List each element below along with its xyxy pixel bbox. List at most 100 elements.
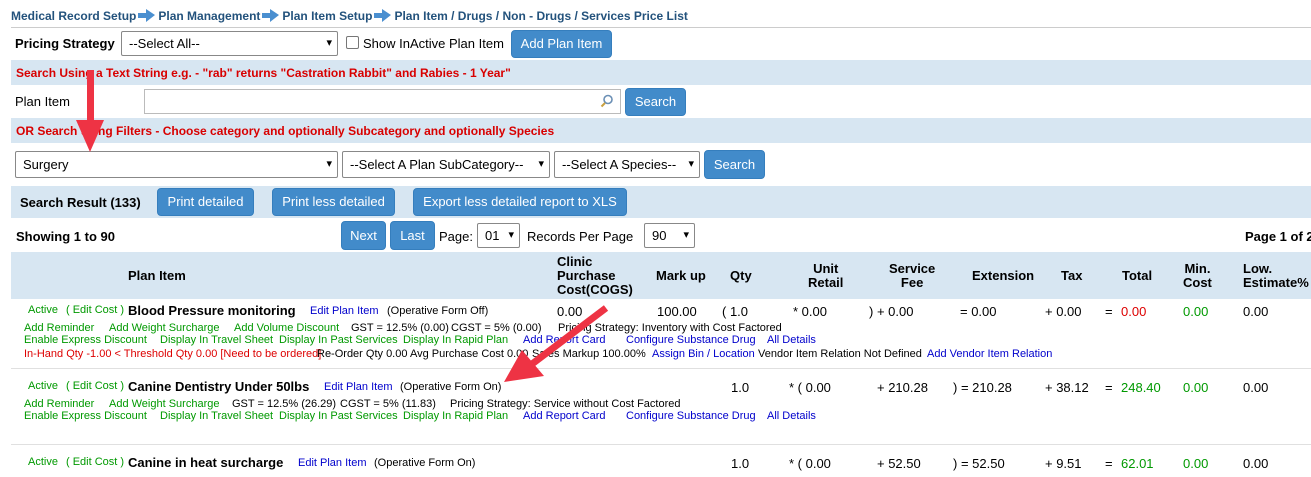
- add-reminder-link[interactable]: Add Reminder: [24, 398, 94, 410]
- search-result-count: Search Result (133): [20, 195, 141, 210]
- assign-bin-link[interactable]: Assign Bin / Location: [652, 348, 755, 360]
- page-label: Page:: [439, 229, 473, 244]
- breadcrumb: Medical Record Setup Plan Management Plan …: [11, 8, 688, 24]
- equals-sign: =: [1105, 304, 1113, 319]
- breadcrumb-medical-record-setup[interactable]: Medical Record Setup: [11, 9, 136, 23]
- tax-value: + 0.00: [1045, 304, 1082, 319]
- qty-value: ( 1.0: [722, 304, 749, 319]
- add-weight-surcharge-link[interactable]: Add Weight Surcharge: [109, 322, 219, 334]
- operative-form-status: (Operative Form Off): [387, 305, 489, 317]
- display-past-services-link[interactable]: Display In Past Services: [279, 410, 398, 422]
- all-details-link[interactable]: All Details: [767, 334, 816, 346]
- min-cost-value: 0.00: [1183, 304, 1209, 319]
- markup-value: 100.00: [657, 304, 697, 319]
- add-volume-discount-link[interactable]: Add Volume Discount: [234, 322, 339, 334]
- last-page-button[interactable]: Last: [390, 221, 435, 250]
- edit-plan-item-link[interactable]: Edit Plan Item: [324, 381, 392, 393]
- print-less-detailed-button[interactable]: Print less detailed: [272, 188, 395, 216]
- add-weight-surcharge-link[interactable]: Add Weight Surcharge: [109, 398, 219, 410]
- display-past-services-link[interactable]: Display In Past Services: [279, 334, 398, 346]
- status-active: Active: [28, 456, 58, 468]
- low-estimate-value: 0.00: [1243, 456, 1269, 471]
- gst-value: GST = 12.5% (0.00): [351, 322, 449, 334]
- display-rapid-plan-link[interactable]: Display In Rapid Plan: [403, 334, 508, 346]
- category-select[interactable]: Surgery: [15, 151, 338, 178]
- pricing-strategy-label: Pricing Strategy: [15, 36, 115, 51]
- tax-value: + 9.51: [1045, 456, 1082, 471]
- search-icon: [600, 94, 613, 108]
- extension-value: ) = 210.28: [953, 380, 1012, 395]
- divider: [11, 27, 1311, 28]
- configure-substance-drug-link[interactable]: Configure Substance Drug: [626, 410, 756, 422]
- display-travel-sheet-link[interactable]: Display In Travel Sheet: [160, 410, 273, 422]
- col-tax: Tax: [1061, 268, 1083, 283]
- operative-form-status: (Operative Form On): [400, 381, 502, 393]
- col-markup: Mark up: [656, 268, 706, 283]
- page-of: Page 1 of 2: [1245, 229, 1311, 244]
- edit-cost-link[interactable]: ( Edit Cost ): [66, 380, 124, 392]
- records-per-page-label: Records Per Page: [527, 229, 634, 244]
- add-reminder-link[interactable]: Add Reminder: [24, 322, 94, 334]
- plan-item-name: Canine in heat surcharge: [128, 455, 284, 470]
- extension-value: = 0.00: [960, 304, 997, 319]
- total-value: 62.01: [1121, 456, 1154, 471]
- equals-sign: =: [1105, 380, 1113, 395]
- add-plan-item-button[interactable]: Add Plan Item: [511, 30, 612, 58]
- arrow-right-icon: [374, 9, 392, 23]
- total-value: 248.40: [1121, 380, 1161, 395]
- add-vendor-relation-link[interactable]: Add Vendor Item Relation: [927, 348, 1052, 360]
- all-details-link[interactable]: All Details: [767, 410, 816, 422]
- next-page-button[interactable]: Next: [341, 221, 386, 250]
- edit-cost-link[interactable]: ( Edit Cost ): [66, 304, 124, 316]
- row-divider: [11, 368, 1311, 369]
- col-total: Total: [1122, 268, 1153, 283]
- filter-search-button[interactable]: Search: [704, 150, 765, 179]
- plan-item-search-input[interactable]: [144, 89, 621, 114]
- display-travel-sheet-link[interactable]: Display In Travel Sheet: [160, 334, 273, 346]
- col-min-cost: Min. Cost: [1183, 261, 1212, 290]
- breadcrumb-plan-management[interactable]: Plan Management: [158, 9, 260, 23]
- species-select[interactable]: --Select A Species--: [554, 151, 700, 178]
- qty-value: 1.0: [731, 380, 750, 395]
- col-unit-retail: Unit Retail: [808, 261, 844, 290]
- service-fee-value: ) + 0.00: [869, 304, 914, 319]
- show-inactive-checkbox[interactable]: [346, 36, 359, 49]
- arrow-right-icon: [138, 9, 156, 23]
- export-xls-button[interactable]: Export less detailed report to XLS: [413, 188, 627, 216]
- min-cost-value: 0.00: [1183, 456, 1209, 471]
- pricing-strategy-select[interactable]: --Select All--: [121, 31, 338, 56]
- low-estimate-value: 0.00: [1243, 304, 1269, 319]
- service-fee-value: + 210.28: [877, 380, 928, 395]
- configure-substance-drug-link[interactable]: Configure Substance Drug: [626, 334, 756, 346]
- print-detailed-button[interactable]: Print detailed: [157, 188, 254, 216]
- vendor-relation-status: Vendor Item Relation Not Defined: [758, 348, 922, 360]
- edit-plan-item-link[interactable]: Edit Plan Item: [310, 305, 378, 317]
- records-per-page-select[interactable]: 90: [644, 223, 695, 248]
- status-active: Active: [28, 304, 58, 316]
- enable-express-discount-link[interactable]: Enable Express Discount: [24, 334, 147, 346]
- tax-value: + 38.12: [1045, 380, 1089, 395]
- breadcrumb-plan-item-setup[interactable]: Plan Item Setup: [282, 9, 372, 23]
- text-search-button[interactable]: Search: [625, 88, 686, 116]
- plan-item-name: Canine Dentistry Under 50lbs: [128, 379, 310, 394]
- enable-express-discount-link[interactable]: Enable Express Discount: [24, 410, 147, 422]
- subcategory-select[interactable]: --Select A Plan SubCategory--: [342, 151, 550, 178]
- equals-sign: =: [1105, 456, 1113, 471]
- show-inactive-label: Show InActive Plan Item: [363, 36, 504, 51]
- operative-form-status: (Operative Form On): [374, 457, 476, 469]
- col-service-fee: Service Fee: [889, 261, 936, 290]
- unit-retail-value: * ( 0.00: [789, 380, 831, 395]
- breadcrumb-price-list: Plan Item / Drugs / Non - Drugs / Servic…: [394, 8, 688, 23]
- pricing-strategy-info: Pricing Strategy: Service without Cost F…: [450, 398, 681, 410]
- extension-value: ) = 52.50: [953, 456, 1005, 471]
- status-active: Active: [28, 380, 58, 392]
- edit-cost-link[interactable]: ( Edit Cost ): [66, 456, 124, 468]
- annotation-arrow-down-icon: [76, 70, 104, 152]
- display-rapid-plan-link[interactable]: Display In Rapid Plan: [403, 410, 508, 422]
- unit-retail-value: * 0.00: [793, 304, 827, 319]
- page-select[interactable]: 01: [477, 223, 520, 248]
- col-qty: Qty: [730, 268, 752, 283]
- add-report-card-link[interactable]: Add Report Card: [523, 410, 606, 422]
- plan-item-name: Blood Pressure monitoring: [128, 303, 296, 318]
- edit-plan-item-link[interactable]: Edit Plan Item: [298, 457, 366, 469]
